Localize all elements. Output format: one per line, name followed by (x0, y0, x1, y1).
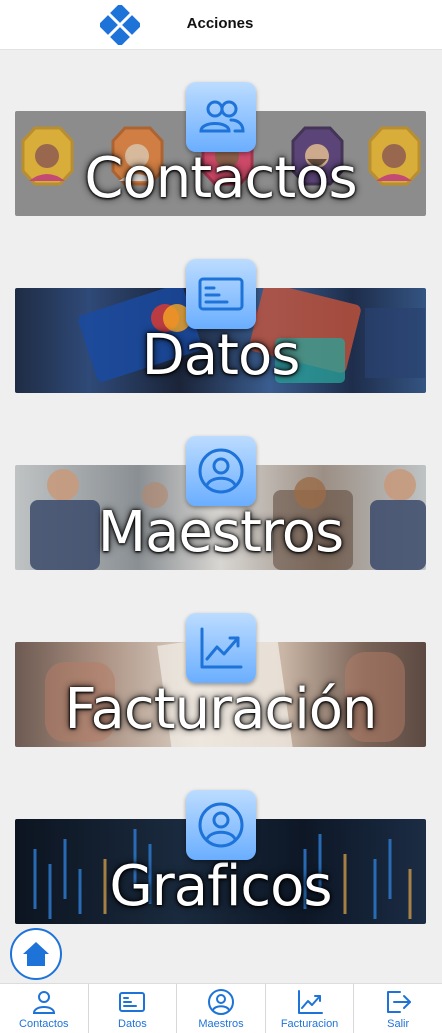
nav-label: Maestros (198, 1018, 244, 1030)
user-circle-icon (207, 989, 234, 1015)
nav-item-facturacion[interactable]: Facturacion (266, 984, 355, 1033)
graficos-icon-tile[interactable] (186, 790, 256, 860)
user-icon (32, 991, 55, 1014)
user-circle-icon (198, 448, 244, 494)
card-label: Contactos (84, 146, 357, 211)
datos-icon-tile[interactable] (186, 259, 256, 329)
logout-icon (387, 991, 412, 1013)
user-circle-icon (198, 802, 244, 848)
bottom-nav: Contactos Datos Maestros Facturacion Sal… (0, 983, 442, 1033)
nav-item-salir[interactable]: Salir (354, 984, 442, 1033)
credit-card-icon (119, 992, 146, 1012)
logo-icon (100, 5, 140, 45)
page-title: Acciones (186, 15, 254, 32)
credit-card-icon (198, 277, 244, 311)
home-button[interactable] (10, 928, 62, 980)
card-label: Facturación (64, 677, 377, 742)
nav-label: Datos (118, 1018, 147, 1030)
top-bar: Acciones (0, 0, 442, 50)
contactos-icon-tile[interactable] (186, 82, 256, 152)
facturacion-icon-tile[interactable] (186, 613, 256, 683)
nav-item-maestros[interactable]: Maestros (177, 984, 266, 1033)
card-label: Datos (141, 323, 301, 388)
nav-item-datos[interactable]: Datos (89, 984, 178, 1033)
chart-line-icon (200, 627, 243, 669)
nav-label: Contactos (19, 1018, 69, 1030)
nav-label: Facturacion (280, 1018, 339, 1030)
nav-item-contactos[interactable]: Contactos (0, 984, 89, 1033)
home-icon (23, 942, 49, 966)
card-label: Maestros (97, 500, 344, 565)
nav-label: Salir (387, 1018, 410, 1030)
chart-line-icon (297, 990, 323, 1014)
users-icon (199, 100, 245, 133)
card-label: Graficos (109, 854, 332, 919)
maestros-icon-tile[interactable] (186, 436, 256, 506)
